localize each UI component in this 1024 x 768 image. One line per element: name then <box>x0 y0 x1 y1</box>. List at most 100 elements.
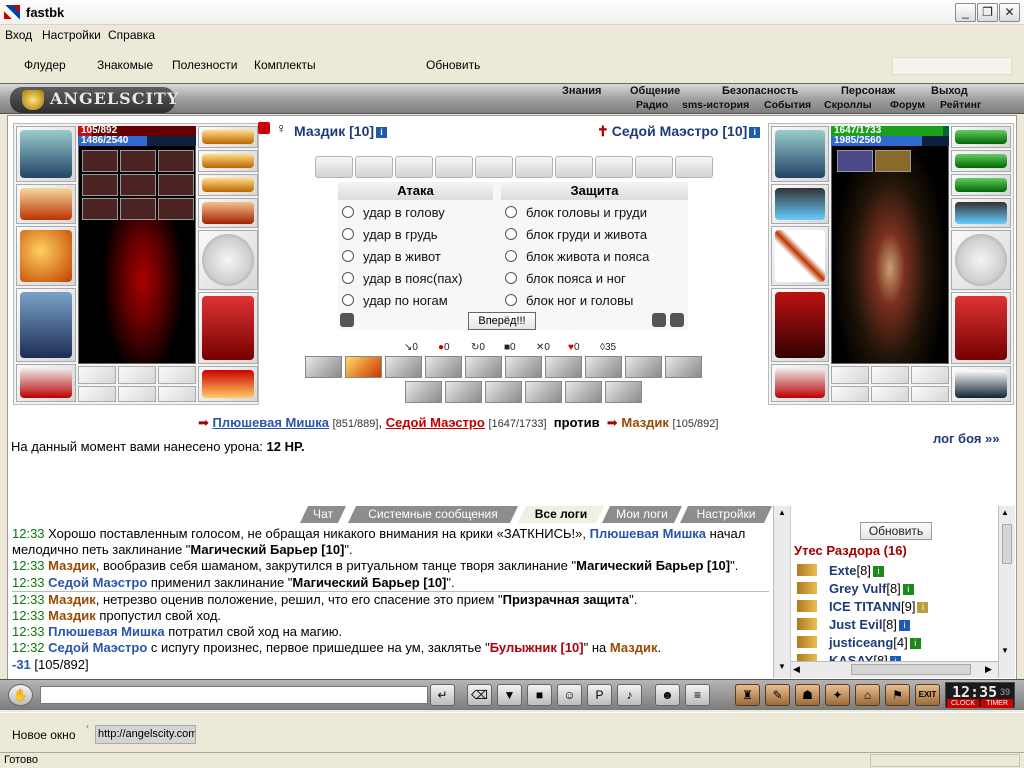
scroll-right-icon[interactable]: ▶ <box>985 664 992 675</box>
user-list-item[interactable]: ICE TITANN[9] i <box>797 599 929 614</box>
right-shield-icon[interactable] <box>652 313 666 327</box>
pants-slot[interactable] <box>198 292 258 364</box>
empty-slot[interactable] <box>78 366 116 384</box>
block-chest-belly[interactable]: блок груди и живота <box>505 225 647 245</box>
shield-slot[interactable] <box>951 230 1011 290</box>
radio-icon[interactable] <box>342 206 354 218</box>
armor-slot[interactable] <box>16 288 76 362</box>
shop-icon[interactable]: ⌂ <box>855 684 880 706</box>
belt-slot[interactable] <box>16 364 76 402</box>
belt-slot[interactable] <box>771 364 829 402</box>
earring-slot[interactable] <box>951 126 1011 148</box>
spell-slot[interactable] <box>345 356 382 378</box>
empty-slot[interactable] <box>871 366 909 384</box>
ring-slot[interactable] <box>951 174 1011 196</box>
boots-slot[interactable] <box>951 366 1011 402</box>
fight-icon[interactable] <box>258 122 270 134</box>
chat-username[interactable]: Маздик <box>48 558 96 573</box>
toolbar-refresh[interactable]: Обновить <box>426 58 480 72</box>
empty-slot[interactable] <box>831 366 869 384</box>
menu-settings[interactable]: Настройки <box>42 28 101 42</box>
attack-head[interactable]: удар в голову <box>342 203 445 223</box>
radio-icon[interactable] <box>505 294 517 306</box>
radio-icon[interactable] <box>505 206 517 218</box>
scroll-slot[interactable] <box>355 156 393 178</box>
chat-username[interactable]: Плюшевая Мишка <box>590 526 706 541</box>
user-list-item[interactable]: KASAY[8] i <box>797 653 901 661</box>
info-icon[interactable]: i <box>376 127 388 138</box>
spell-slot[interactable] <box>445 381 482 403</box>
scroll-slot[interactable] <box>675 156 713 178</box>
spell-slot[interactable] <box>605 381 642 403</box>
buff-icon[interactable] <box>120 174 156 196</box>
left-shield-icon[interactable] <box>340 313 354 327</box>
go-forward-button[interactable]: Вперёд!!! <box>468 312 536 330</box>
radio-icon[interactable] <box>342 294 354 306</box>
spell-slot[interactable] <box>585 356 622 378</box>
scroll-slot[interactable] <box>475 156 513 178</box>
attack-groin[interactable]: удар в пояс(пах) <box>342 269 462 289</box>
scroll-slot[interactable] <box>635 156 673 178</box>
chat-username[interactable]: Седой Маэстро <box>48 575 147 590</box>
tab-settings[interactable]: Настройки <box>680 506 772 523</box>
scroll-slot[interactable] <box>555 156 593 178</box>
attack-legs[interactable]: удар по ногам <box>342 291 448 311</box>
spell-slot[interactable] <box>525 381 562 403</box>
empty-slot[interactable] <box>911 386 949 402</box>
empty-slot[interactable] <box>831 386 869 402</box>
team2-member[interactable]: Маздик <box>621 415 669 430</box>
exit-button[interactable]: EXIT <box>915 684 940 706</box>
chat-log[interactable]: 12:33 Хорошо поставленным голосом, не об… <box>8 523 773 679</box>
nav-events[interactable]: События <box>764 99 811 111</box>
sound-icon[interactable]: ♪ <box>617 684 642 706</box>
menu-login[interactable]: Вход <box>5 28 32 42</box>
buff-icon[interactable] <box>158 174 194 196</box>
team1-member[interactable]: Седой Маэстро <box>386 415 485 430</box>
chat-username[interactable]: Маздик <box>48 592 96 607</box>
info-icon[interactable]: i <box>898 620 910 631</box>
chat-username[interactable]: Маздик <box>48 608 96 623</box>
url-field[interactable]: http://angelscity.com <box>95 725 196 744</box>
smile-icon[interactable]: ☻ <box>655 684 680 706</box>
info-icon[interactable]: i <box>917 602 929 613</box>
nav-radio[interactable]: Радио <box>636 99 668 111</box>
user-list-item[interactable]: Exte[8] i <box>797 563 884 578</box>
buff-icon[interactable] <box>82 150 118 172</box>
amulet-slot[interactable] <box>198 150 258 172</box>
info-icon[interactable]: i <box>909 638 921 649</box>
spell-slot[interactable] <box>505 356 542 378</box>
flag-icon[interactable]: ⚑ <box>885 684 910 706</box>
attack-chest[interactable]: удар в грудь <box>342 225 438 245</box>
scroll-left-icon[interactable]: ◀ <box>793 664 800 675</box>
minimize-button[interactable]: _ <box>955 3 976 22</box>
info-icon[interactable]: i <box>872 566 884 577</box>
helmet-slot[interactable] <box>771 126 829 182</box>
right-player-name[interactable]: ✝ Седой Маэстро [10] i <box>597 123 761 140</box>
attack-belly[interactable]: удар в живот <box>342 247 441 267</box>
boots-slot[interactable] <box>198 366 258 402</box>
spell-slot[interactable] <box>545 356 582 378</box>
buff-icon[interactable] <box>120 198 156 220</box>
buff-icon[interactable] <box>875 150 911 172</box>
tab-chat[interactable]: Чат <box>300 506 346 523</box>
tab-my-logs[interactable]: Мои логи <box>602 506 682 523</box>
refresh-users-button[interactable]: Обновить <box>860 522 932 540</box>
block-legs-head[interactable]: блок ног и головы <box>505 291 633 311</box>
clock-label[interactable]: CLOCK <box>947 699 979 708</box>
tab-system[interactable]: Системные сообщения <box>348 506 518 523</box>
nav-knowledge[interactable]: Знания <box>562 85 601 97</box>
scroll-up-icon[interactable]: ▲ <box>776 508 788 520</box>
chat-scrollbar[interactable]: ▲ ▼ <box>773 506 790 678</box>
buff-icon[interactable] <box>82 174 118 196</box>
weapon-slot[interactable] <box>771 226 829 286</box>
empty-slot[interactable] <box>118 366 156 384</box>
scroll-slot[interactable] <box>595 156 633 178</box>
radio-icon[interactable] <box>505 250 517 262</box>
game-logo[interactable]: ANGELSCITY <box>10 87 178 113</box>
nav-character[interactable]: Персонаж <box>841 85 895 97</box>
spell-slot[interactable] <box>565 381 602 403</box>
pants-slot[interactable] <box>951 292 1011 364</box>
toolbar-utilities[interactable]: Полезности <box>172 58 237 72</box>
chat-username[interactable]: Седой Маэстро <box>48 640 147 655</box>
info-icon[interactable]: i <box>749 127 761 138</box>
